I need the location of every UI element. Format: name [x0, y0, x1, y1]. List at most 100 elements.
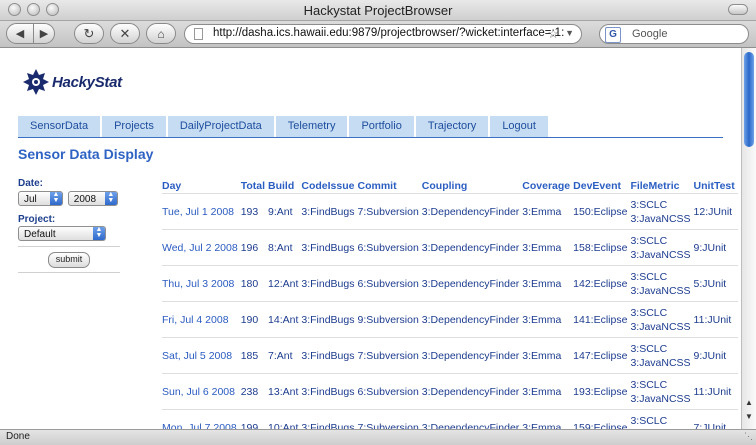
form-divider: [18, 246, 120, 247]
project-select[interactable]: Default ▲ ▼: [18, 226, 106, 241]
toolbar-toggle-button[interactable]: [728, 4, 748, 15]
column-header-unittest: UnitTest: [693, 179, 735, 192]
column-header-commit: Commit: [357, 179, 397, 192]
cell-devevent: 141:Eclipse: [573, 301, 631, 338]
cell-day[interactable]: Sat, Jul 5 2008: [162, 337, 241, 374]
tab-logout[interactable]: Logout: [490, 116, 548, 137]
cell-coverage: 3:Emma: [522, 229, 574, 266]
column-header-devevent: DevEvent: [573, 179, 621, 192]
filemetric-sclc: 3:SCLC: [630, 306, 668, 319]
cell-build: 9:Ant: [268, 193, 302, 230]
cell-codeissue: 3:FindBugs: [301, 373, 358, 410]
page-title: Sensor Data Display: [18, 146, 154, 162]
cell-coupling: 3:DependencyFinder: [421, 193, 523, 230]
cell-commit: 6:Subversion: [357, 373, 422, 410]
year-select[interactable]: 2008 ▲ ▼: [67, 191, 118, 206]
forward-arrow-icon: ▶: [39, 28, 49, 40]
scroll-down-arrow-icon[interactable]: ▼: [745, 412, 753, 421]
cell-devevent: 193:Eclipse: [573, 373, 631, 410]
scrollbar-thumb[interactable]: [744, 52, 754, 147]
submit-button[interactable]: submit: [48, 252, 90, 268]
search-bar[interactable]: G Google: [599, 24, 749, 44]
column-header-codeissue: CodeIssue: [301, 179, 355, 192]
resize-grip-icon[interactable]: ⋱: [744, 431, 753, 442]
tab-telemetry[interactable]: Telemetry: [275, 116, 348, 137]
vertical-scrollbar[interactable]: ▲ ▼: [741, 48, 756, 429]
search-input[interactable]: Google: [632, 28, 667, 40]
url-history-dropdown-icon[interactable]: ▼: [565, 28, 574, 38]
cell-unittest: 5:JUnit: [693, 265, 738, 302]
table-row: Fri, Jul 4 2008 190 14:Ant 3:FindBugs 9:Subv…: [162, 301, 738, 338]
status-bar: Done ⋱: [0, 429, 756, 445]
cell-unittest: 7:JUnit: [693, 409, 738, 429]
filemetric-javancss: 3:JavaNCSS: [630, 392, 691, 405]
table-header-row: Day Total Build CodeIssue Commit Couplin…: [162, 178, 738, 194]
cell-commit: 6:Subversion: [357, 265, 422, 302]
month-select-value: Jul: [24, 194, 37, 205]
column-header-filemetric: FileMetric: [630, 179, 680, 192]
cell-build: 10:Ant: [268, 409, 302, 429]
stop-button[interactable]: ✕: [110, 23, 140, 44]
form-divider: [18, 272, 120, 273]
back-button[interactable]: ◀: [6, 23, 34, 44]
tab-portfolio[interactable]: Portfolio: [349, 116, 414, 137]
select-arrows-icon: ▲ ▼: [93, 226, 105, 240]
reload-icon: ↻: [83, 25, 95, 41]
cell-codeissue: 3:FindBugs: [301, 265, 358, 302]
cell-filemetric: 3:SCLC3:JavaNCSS: [630, 265, 694, 302]
status-text: Done: [6, 431, 30, 442]
cell-build: 14:Ant: [268, 301, 302, 338]
cell-commit: 9:Subversion: [357, 301, 422, 338]
cell-coupling: 3:DependencyFinder: [421, 229, 523, 266]
window-title: Hackystat ProjectBrowser: [303, 3, 453, 18]
browser-toolbar: ◀ ▶ ↻ ✕ ⌂ http://dasha.ics.hawaii.edu:98…: [0, 21, 756, 48]
cell-coupling: 3:DependencyFinder: [421, 373, 523, 410]
cell-codeissue: 3:FindBugs: [301, 337, 358, 374]
cell-devevent: 142:Eclipse: [573, 265, 631, 302]
cell-coverage: 3:Emma: [522, 373, 574, 410]
cell-total: 190: [240, 301, 269, 338]
cell-day[interactable]: Sun, Jul 6 2008: [162, 373, 241, 410]
table-row: Sun, Jul 6 2008 238 13:Ant 3:FindBugs 6:Subv…: [162, 373, 738, 410]
hackystat-logo[interactable]: HackyStat: [22, 68, 122, 96]
cell-day[interactable]: Thu, Jul 3 2008: [162, 265, 241, 302]
cell-build: 13:Ant: [268, 373, 302, 410]
tab-trajectory[interactable]: Trajectory: [415, 116, 489, 137]
page-icon: [194, 28, 203, 40]
bookmark-star-icon[interactable]: ☆: [547, 26, 559, 42]
forward-button[interactable]: ▶: [33, 23, 55, 44]
tab-projects[interactable]: Projects: [102, 116, 166, 137]
cell-unittest: 9:JUnit: [693, 229, 738, 266]
tab-sensordata[interactable]: SensorData: [18, 116, 101, 137]
cell-codeissue: 3:FindBugs: [301, 301, 358, 338]
cell-filemetric: 3:SCLC3:JavaNCSS: [630, 193, 694, 230]
filemetric-sclc: 3:SCLC: [630, 270, 668, 283]
column-header-day: Day: [162, 179, 182, 192]
cell-commit: 7:Subversion: [357, 337, 422, 374]
cell-build: 7:Ant: [268, 337, 302, 374]
home-button[interactable]: ⌂: [146, 23, 176, 44]
address-bar[interactable]: http://dasha.ics.hawaii.edu:9879/project…: [184, 24, 582, 44]
cell-devevent: 147:Eclipse: [573, 337, 631, 374]
column-header-build: Build: [268, 179, 295, 192]
month-select[interactable]: Jul ▲ ▼: [18, 191, 63, 206]
cell-coverage: 3:Emma: [522, 265, 574, 302]
cell-day[interactable]: Tue, Jul 1 2008: [162, 193, 241, 230]
tab-dailyprojectdata[interactable]: DailyProjectData: [167, 116, 274, 137]
cell-codeissue: 3:FindBugs: [301, 409, 358, 429]
cell-codeissue: 3:FindBugs: [301, 229, 358, 266]
table-row: Thu, Jul 3 2008 180 12:Ant 3:FindBugs 6:Subv…: [162, 265, 738, 302]
cell-day[interactable]: Wed, Jul 2 2008: [162, 229, 241, 266]
cell-filemetric: 3:SCLC3:JavaNCSS: [630, 337, 694, 374]
filemetric-javancss: 3:JavaNCSS: [630, 284, 691, 297]
cell-commit: 7:Subversion: [357, 409, 422, 429]
scroll-up-arrow-icon[interactable]: ▲: [745, 398, 753, 407]
cell-day[interactable]: Mon, Jul 7 2008: [162, 409, 241, 429]
cell-day[interactable]: Fri, Jul 4 2008: [162, 301, 241, 338]
main-nav-tabs: SensorData Projects DailyProjectData Tel…: [18, 116, 723, 138]
google-search-engine-icon[interactable]: G: [605, 27, 621, 43]
cell-total: 199: [240, 409, 269, 429]
cell-coverage: 3:Emma: [522, 409, 574, 429]
filemetric-sclc: 3:SCLC: [630, 198, 668, 211]
reload-button[interactable]: ↻: [74, 23, 104, 44]
